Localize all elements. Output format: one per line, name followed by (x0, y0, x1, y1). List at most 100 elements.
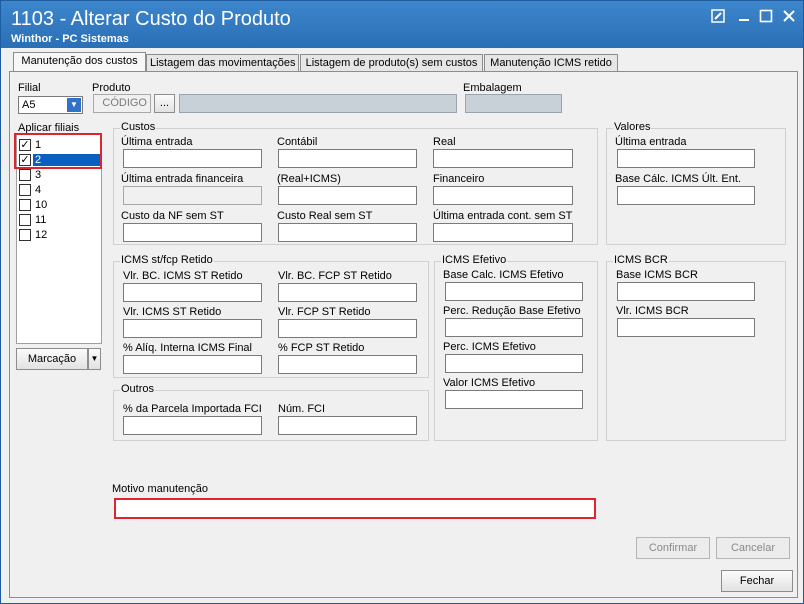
filial-item-12[interactable]: 12 (17, 228, 99, 243)
edit-icon[interactable] (709, 9, 727, 25)
custos-real-icms-label: (Real+ICMS) (277, 173, 341, 185)
filial-item-4[interactable]: 4 (17, 183, 99, 198)
vlr-icms-bcr-input[interactable] (617, 318, 755, 337)
outros-title: Outros (120, 383, 156, 395)
filial-label: Filial (18, 82, 41, 94)
highlight-box-filiais (14, 133, 102, 169)
custos-real-input[interactable] (433, 149, 573, 168)
chevron-down-icon[interactable]: ▼ (67, 98, 81, 112)
minimize-icon[interactable] (735, 9, 753, 25)
custos-nf-sem-st-label: Custo da NF sem ST (121, 210, 224, 222)
num-fci-label: Núm. FCI (278, 403, 326, 415)
filial-item-3[interactable]: 3 (17, 168, 99, 183)
vlr-bc-fcp-st-input[interactable] (278, 283, 417, 302)
custos-ultima-entrada-cont-sem-st-input[interactable] (433, 223, 573, 242)
checkbox-icon[interactable] (19, 199, 31, 211)
custos-ultima-entrada-financeira-input[interactable] (123, 186, 262, 205)
valores-ultima-entrada-input[interactable] (617, 149, 755, 168)
filial-value: A5 (22, 99, 36, 111)
icms-st-group: ICMS st/fcp Retido Vlr. BC. ICMS ST Reti… (113, 254, 429, 378)
base-icms-bcr-input[interactable] (617, 282, 755, 301)
custos-real-icms-input[interactable] (278, 186, 417, 205)
custos-group: Custos Última entrada Contábil Real Últi… (113, 121, 598, 245)
vlr-bc-icms-st-input[interactable] (123, 283, 262, 302)
valor-icms-efetivo-label: Valor ICMS Efetivo (443, 377, 536, 389)
produto-browse-button[interactable]: ... (154, 94, 175, 113)
custos-ultima-entrada-input[interactable] (123, 149, 262, 168)
custos-real-sem-st-input[interactable] (278, 223, 417, 242)
custos-title: Custos (120, 121, 157, 133)
fcp-st-input[interactable] (278, 355, 417, 374)
maximize-icon[interactable] (757, 9, 775, 25)
vlr-bc-fcp-st-label: Vlr. BC. FCP ST Retido (278, 270, 392, 282)
vlr-fcp-st-input[interactable] (278, 319, 417, 338)
cancelar-button[interactable]: Cancelar (716, 537, 790, 559)
window-title: 1103 - Alterar Custo do Produto (11, 8, 291, 30)
marcacao-button[interactable]: Marcação (16, 348, 88, 370)
valores-ultima-entrada-label: Última entrada (615, 136, 687, 148)
base-icms-bcr-label: Base ICMS BCR (616, 269, 698, 281)
custos-contabil-input[interactable] (278, 149, 417, 168)
custos-financeiro-label: Financeiro (433, 173, 485, 185)
icms-efetivo-group: ICMS Efetivo Base Calc. ICMS Efetivo Per… (434, 254, 598, 441)
vlr-bc-icms-st-label: Vlr. BC. ICMS ST Retido (123, 270, 243, 282)
base-calc-icms-efetivo-input[interactable] (445, 282, 583, 301)
motivo-input[interactable] (114, 498, 596, 519)
parcela-importada-label: % da Parcela Importada FCI (123, 403, 262, 415)
num-fci-input[interactable] (278, 416, 417, 435)
checkbox-icon[interactable] (19, 214, 31, 226)
custos-ultima-entrada-label: Última entrada (121, 136, 193, 148)
close-icon[interactable] (780, 9, 798, 25)
valores-title: Valores (613, 121, 652, 133)
aliq-interna-input[interactable] (123, 355, 262, 374)
valores-base-calc-icms-input[interactable] (617, 186, 755, 205)
produto-codigo-input[interactable]: CÓDIGO (93, 94, 151, 113)
motivo-label: Motivo manutenção (112, 483, 208, 495)
confirmar-button[interactable]: Confirmar (636, 537, 710, 559)
base-calc-icms-efetivo-label: Base Calc. ICMS Efetivo (443, 269, 564, 281)
filial-item-11[interactable]: 11 (17, 213, 99, 228)
title-bar: 1103 - Alterar Custo do Produto Winthor … (1, 1, 803, 48)
checkbox-icon[interactable] (19, 169, 31, 181)
fcp-st-label: % FCP ST Retido (278, 342, 365, 354)
icms-efetivo-title: ICMS Efetivo (441, 254, 508, 266)
parcela-importada-input[interactable] (123, 416, 262, 435)
embalagem-field (465, 94, 562, 113)
custos-nf-sem-st-input[interactable] (123, 223, 262, 242)
valor-icms-efetivo-input[interactable] (445, 390, 583, 409)
vlr-icms-st-input[interactable] (123, 319, 262, 338)
vlr-icms-bcr-label: Vlr. ICMS BCR (616, 305, 689, 317)
outros-group: Outros % da Parcela Importada FCI Núm. F… (113, 383, 429, 441)
custos-ultima-entrada-cont-sem-st-label: Última entrada cont. sem ST (433, 210, 573, 222)
tab-manutencao-icms-retido[interactable]: Manutenção ICMS retido (484, 54, 618, 72)
perc-icms-efetivo-input[interactable] (445, 354, 583, 373)
custos-contabil-label: Contábil (277, 136, 318, 148)
valores-base-calc-icms-label: Base Cálc. ICMS Últ. Ent. (615, 173, 741, 185)
embalagem-label: Embalagem (463, 82, 522, 94)
checkbox-icon[interactable] (19, 229, 31, 241)
produto-descricao-field (179, 94, 457, 113)
valores-group: Valores Última entrada Base Cálc. ICMS Ú… (606, 121, 786, 245)
tab-listagem-movimentacoes[interactable]: Listagem das movimentações (146, 54, 299, 72)
tab-listagem-produtos-sem-custos[interactable]: Listagem de produto(s) sem custos (300, 54, 483, 72)
perc-reducao-label: Perc. Redução Base Efetivo (443, 305, 581, 317)
tab-manutencao-custos[interactable]: Manutenção dos custos (13, 52, 146, 72)
custos-real-sem-st-label: Custo Real sem ST (277, 210, 373, 222)
filial-select[interactable]: A5 ▼ (18, 96, 83, 114)
marcacao-dropdown-icon[interactable]: ▼ (88, 348, 101, 370)
vlr-icms-st-label: Vlr. ICMS ST Retido (123, 306, 222, 318)
fechar-button[interactable]: Fechar (721, 570, 793, 592)
icms-bcr-group: ICMS BCR Base ICMS BCR Vlr. ICMS BCR (606, 254, 786, 441)
perc-reducao-input[interactable] (445, 318, 583, 337)
filial-item-10[interactable]: 10 (17, 198, 99, 213)
custos-real-label: Real (433, 136, 456, 148)
produto-label: Produto (92, 82, 131, 94)
perc-icms-efetivo-label: Perc. ICMS Efetivo (443, 341, 536, 353)
window-subtitle: Winthor - PC Sistemas (11, 33, 129, 45)
produto-codigo-placeholder: CÓDIGO (102, 97, 147, 109)
tab-content: Filial A5 ▼ Produto CÓDIGO ... Embalagem… (9, 71, 798, 598)
custos-financeiro-input[interactable] (433, 186, 573, 205)
checkbox-icon[interactable] (19, 184, 31, 196)
icms-st-title: ICMS st/fcp Retido (120, 254, 214, 266)
aliq-interna-label: % Alíq. Interna ICMS Final (123, 342, 252, 354)
